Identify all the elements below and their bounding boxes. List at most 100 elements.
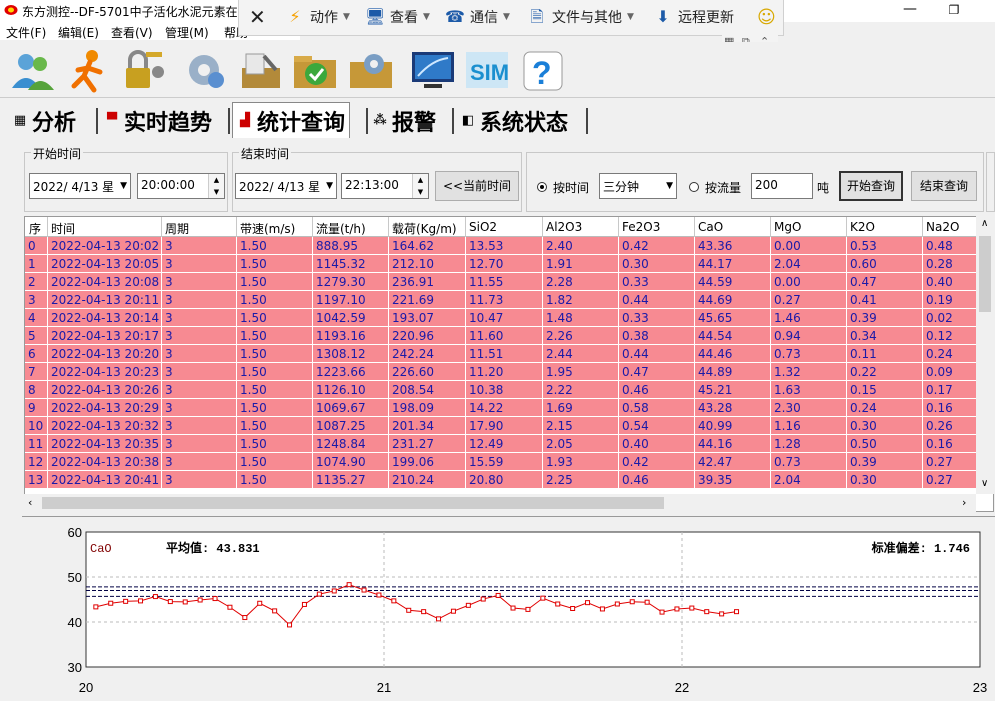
menu-view[interactable]: 查看(V) [111,24,153,41]
cell-divider [770,381,771,399]
emoji-icon[interactable]: ☺ [757,6,776,28]
data-point [450,608,456,614]
computer-screen-icon[interactable] [408,46,458,94]
series-label: CaO [90,542,112,556]
table-cell: 0.54 [622,419,649,433]
table-row[interactable]: 3 2022-04-13 20:11 3 1.50 1197.10 221.69 11.73… [25,291,985,309]
tab-system-status[interactable]: ◧ 系统状态 [460,105,568,137]
help-icon[interactable]: ? [518,46,568,94]
table-row[interactable]: 0 2022-04-13 20:02 3 1.50 888.95 164.62 13.53 2… [25,237,985,255]
key-lock-icon[interactable] [118,46,168,94]
spin-icon[interactable]: ▲ ▼ [412,174,428,198]
table-row[interactable]: 4 2022-04-13 20:14 3 1.50 1042.59 193.07 10.47… [25,309,985,327]
data-point [93,604,99,610]
start-date-picker[interactable]: 2022/ 4/13 星 ▼ [29,173,131,199]
scroll-down-icon[interactable]: ∨ [981,478,988,489]
column-header[interactable]: 时间 [51,220,75,237]
table-cell: 0.33 [622,311,649,325]
menu-manage[interactable]: 管理(M) [165,24,209,41]
scroll-up-icon[interactable]: ∧ [981,218,988,229]
column-header[interactable]: MgO [774,220,801,234]
table-row[interactable]: 5 2022-04-13 20:17 3 1.50 1193.16 220.96 11.60… [25,327,985,345]
column-header[interactable]: 序 [29,220,41,237]
scroll-right-icon[interactable]: › [962,496,966,509]
users-icon[interactable] [8,46,58,94]
settings-gear-icon[interactable] [180,46,230,94]
interval-select[interactable]: 三分钟 ▼ [599,173,677,199]
table-cell: 2022-04-13 20:08 [51,275,160,289]
menu-edit[interactable]: 编辑(E) [58,24,99,41]
tab-alarm[interactable]: ⁂ 报警 [372,105,436,137]
column-header[interactable]: CaO [698,220,723,234]
horizontal-scrollbar[interactable]: ‹ › [24,494,976,512]
remote-close-button[interactable]: ✕ [249,5,266,29]
remote-action-menu[interactable]: ⚡ 动作 ▼ [285,6,350,28]
table-row[interactable]: 7 2022-04-13 20:23 3 1.50 1223.66 226.60 11.20… [25,363,985,381]
table-cell: 10.47 [469,311,504,325]
by-flow-radio[interactable] [689,182,699,192]
table-cell: 3 [165,455,173,469]
maximize-button[interactable]: ❐ [944,0,964,20]
cell-divider [770,291,771,309]
column-header[interactable]: 载荷(Kg/m) [392,220,457,237]
table-row[interactable]: 12 2022-04-13 20:38 3 1.50 1074.90 199.06 15.5… [25,453,985,471]
menu-file[interactable]: 文件(F) [6,24,46,41]
tab-statistics-query[interactable]: ▟ 统计查询 [232,102,351,138]
cell-divider [694,399,695,417]
column-header[interactable]: Na2O [926,220,959,234]
remote-comm-menu[interactable]: ☎ 通信 ▼ [445,6,510,28]
scroll-left-icon[interactable]: ‹ [28,496,32,509]
column-header[interactable]: Fe2O3 [622,220,660,234]
end-query-button[interactable]: 结束查询 [911,171,977,201]
column-header[interactable]: 流量(t/h) [316,220,366,237]
table-cell: 1248.84 [316,437,366,451]
remote-file-menu[interactable]: 🗎 文件与其他 ▼ [527,6,634,28]
column-header[interactable]: SiO2 [469,220,497,234]
table-cell: 45.65 [698,311,733,325]
check-folder-icon[interactable] [290,46,340,94]
table-cell: 10 [28,419,44,433]
cell-divider [312,327,313,345]
current-time-button[interactable]: <<当前时间 [435,171,519,201]
flow-value-input[interactable]: 200 [751,173,813,199]
table-row[interactable]: 13 2022-04-13 20:41 3 1.50 1135.27 210.24 20.8… [25,471,985,489]
table-cell: 2022-04-13 20:02 [51,239,160,253]
table-row[interactable]: 11 2022-04-13 20:35 3 1.50 1248.84 231.27 12.4… [25,435,985,453]
table-row[interactable]: 6 2022-04-13 20:20 3 1.50 1308.12 242.24 11.51… [25,345,985,363]
scroll-thumb[interactable] [979,236,991,312]
table-row[interactable]: 9 2022-04-13 20:29 3 1.50 1069.67 198.09 14.22… [25,399,985,417]
data-grid[interactable]: 序时间 周期 带速(m/s) 流量(t/h) 载荷(Kg/m) SiO2 Al2O3 Fe2O… [24,216,994,512]
cell-divider [236,309,237,327]
sim-icon[interactable]: SIM [462,46,512,94]
minimize-button[interactable]: — [900,0,920,20]
table-cell: 0.53 [850,239,877,253]
column-header[interactable]: Al2O3 [546,220,582,234]
runner-icon[interactable] [64,46,114,94]
column-header[interactable]: K2O [850,220,875,234]
start-query-button[interactable]: 开始查询 [839,171,903,201]
start-time-input[interactable]: 20:00:00 ▲ ▼ [137,173,225,199]
column-header[interactable]: 带速(m/s) [240,220,295,237]
table-row[interactable]: 8 2022-04-13 20:26 3 1.50 1126.10 208.54 10.38… [25,381,985,399]
end-date-picker[interactable]: 2022/ 4/13 星 ▼ [235,173,337,199]
table-cell: 44.59 [698,275,733,289]
spin-icon[interactable]: ▲ ▼ [208,174,224,198]
vertical-scrollbar[interactable]: ∧ ∨ [976,216,994,494]
by-time-radio[interactable] [537,182,547,192]
scroll-thumb[interactable] [42,497,664,509]
table-row[interactable]: 10 2022-04-13 20:32 3 1.50 1087.25 201.34 17.9… [25,417,985,435]
remote-update-button[interactable]: ⬇ 远程更新 [653,6,734,28]
gear-folder-icon[interactable] [346,46,396,94]
table-row[interactable]: 2 2022-04-13 20:08 3 1.50 1279.30 236.91 11.55… [25,273,985,291]
tab-separator [452,108,454,134]
remote-view-menu[interactable]: 🖥 查看 ▼ [365,6,430,28]
column-header[interactable]: 周期 [165,220,189,237]
tab-realtime-trend[interactable]: ▀ 实时趋势 [104,105,212,137]
tools-box-icon[interactable] [236,46,286,94]
end-time-input[interactable]: 22:13:00 ▲ ▼ [341,173,429,199]
data-point [361,587,367,593]
download-icon: ⬇ [656,7,670,26]
table-row[interactable]: 1 2022-04-13 20:05 3 1.50 1145.32 212.10 12.70… [25,255,985,273]
tab-analysis[interactable]: ▦ 分析 [12,105,76,137]
column-divider [388,217,389,237]
